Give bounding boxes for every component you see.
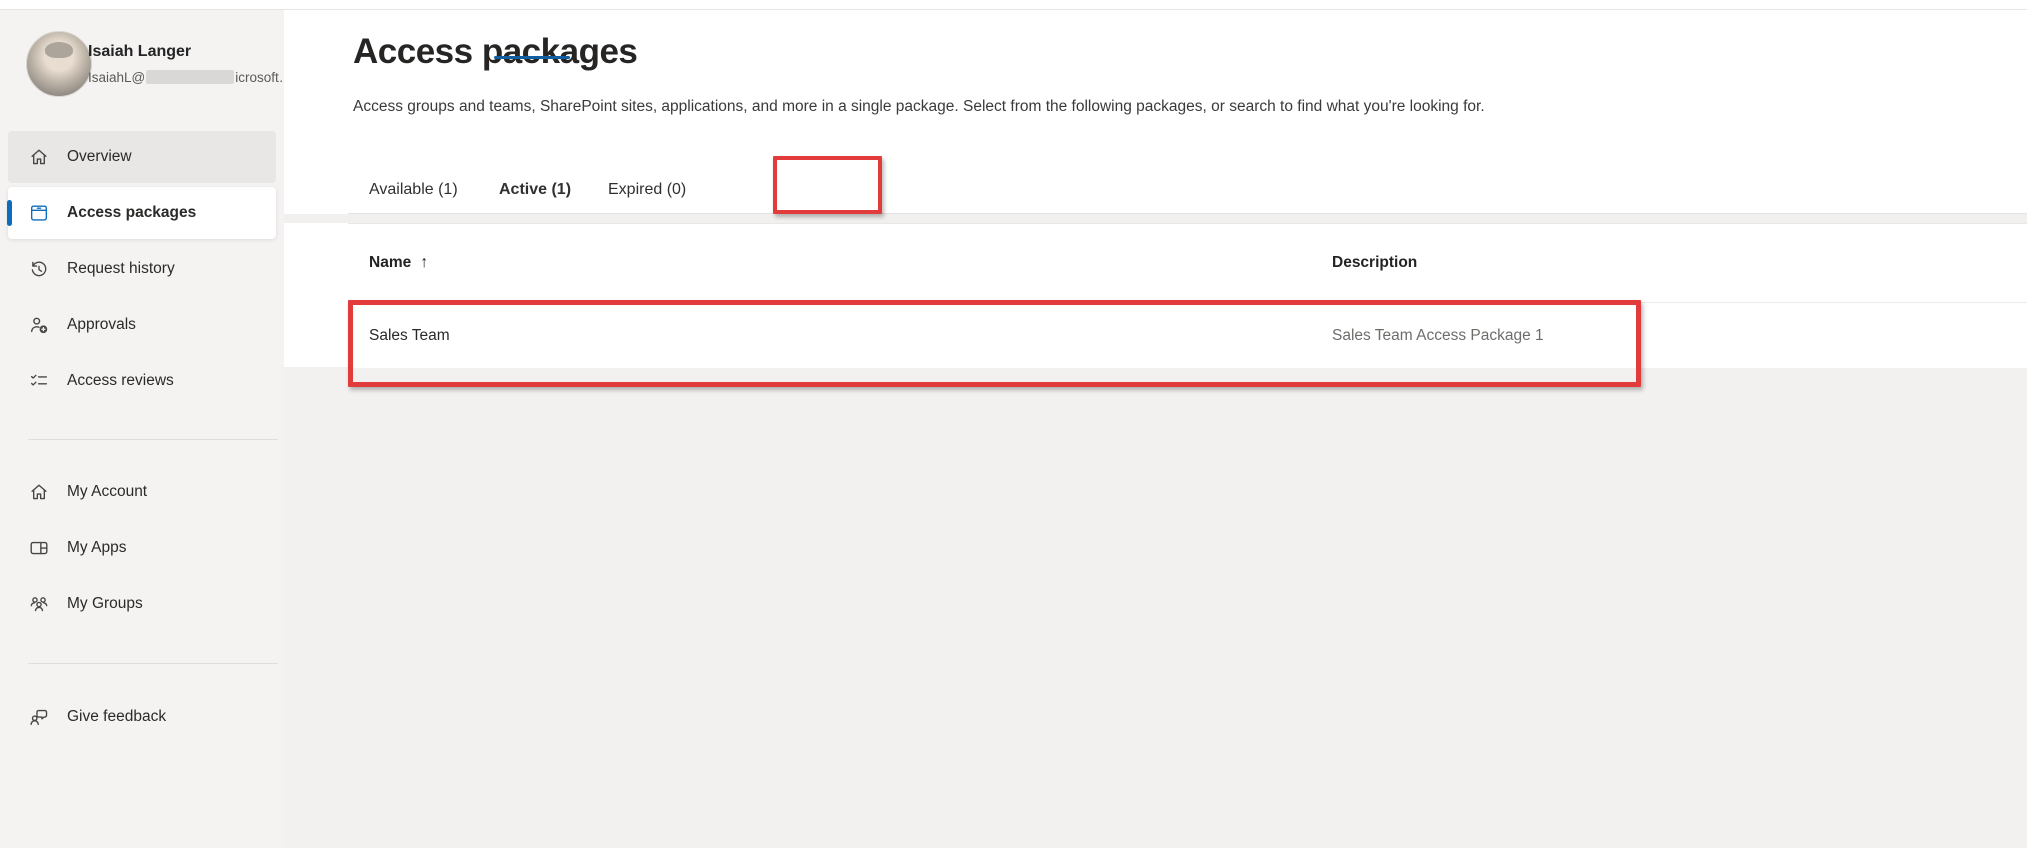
sidebar-item-label: Overview (67, 148, 132, 166)
sidebar-item-label: Request history (67, 260, 175, 278)
person-approvals-icon (28, 314, 50, 336)
content-background (284, 367, 2027, 848)
sidebar-primary-nav: Overview Access packages Request history… (8, 131, 276, 411)
email-redaction-blur (146, 70, 234, 84)
sidebar-item-label: Approvals (67, 316, 136, 334)
sidebar-item-request-history[interactable]: Request history (8, 243, 276, 295)
home-icon (28, 481, 50, 503)
annotation-box-table-row (348, 300, 1641, 387)
history-icon (28, 258, 50, 280)
main-content: Access packages Access groups and teams,… (284, 10, 2027, 848)
sidebar-item-overview[interactable]: Overview (8, 131, 276, 183)
sidebar-item-my-apps[interactable]: My Apps (8, 522, 276, 574)
tab-list: Available (1) Active (1) Expired (0) (284, 165, 2027, 214)
feedback-icon (28, 706, 50, 728)
sidebar-item-label: Give feedback (67, 708, 166, 726)
column-header-name[interactable]: Name ↑ (369, 224, 428, 302)
apps-icon (28, 537, 50, 559)
sidebar-item-access-reviews[interactable]: Access reviews (8, 355, 276, 407)
user-profile: Isaiah Langer IsaiahL@icrosoft… (0, 10, 284, 120)
column-header-label: Description (1332, 254, 1417, 272)
people-icon (28, 593, 50, 615)
checklist-icon (28, 370, 50, 392)
section-gap (284, 214, 2027, 223)
annotation-box-active-tab (773, 156, 882, 214)
sidebar-divider (28, 439, 278, 440)
column-header-label: Name (369, 254, 411, 272)
user-name: Isaiah Langer (88, 43, 191, 61)
sidebar-item-label: My Groups (67, 595, 143, 613)
sort-ascending-icon: ↑ (420, 254, 428, 272)
sidebar-item-label: My Account (67, 483, 147, 501)
access-package-icon (28, 202, 50, 224)
tab-expired[interactable]: Expired (0) (608, 165, 686, 214)
sidebar-item-approvals[interactable]: Approvals (8, 299, 276, 351)
user-email: IsaiahL@icrosoft… (88, 70, 292, 85)
sidebar-footer-nav: Give feedback (8, 691, 276, 747)
user-email-prefix: IsaiahL@ (88, 70, 145, 85)
sidebar-item-label: My Apps (67, 539, 126, 557)
table-header-row: Name ↑ Description (348, 224, 2027, 303)
tab-active[interactable]: Active (1) (499, 165, 571, 214)
sidebar-item-label: Access packages (67, 204, 196, 222)
active-tab-underline (494, 56, 570, 59)
my-access-portal: Isaiah Langer IsaiahL@icrosoft… Overview… (0, 0, 2027, 848)
sidebar: Isaiah Langer IsaiahL@icrosoft… Overview… (0, 10, 284, 848)
sidebar-item-my-account[interactable]: My Account (8, 466, 276, 518)
column-header-description[interactable]: Description (1332, 224, 1417, 302)
sidebar-item-give-feedback[interactable]: Give feedback (8, 691, 276, 743)
sidebar-item-label: Access reviews (67, 372, 174, 390)
page-title: Access packages (353, 32, 637, 72)
avatar (26, 31, 92, 97)
sidebar-account-nav: My Account My Apps My Groups (8, 466, 276, 634)
page-subtitle: Access groups and teams, SharePoint site… (353, 98, 1753, 116)
sidebar-divider (28, 663, 278, 664)
home-icon (28, 146, 50, 168)
sidebar-item-access-packages[interactable]: Access packages (8, 187, 276, 239)
tab-available[interactable]: Available (1) (369, 165, 458, 214)
sidebar-item-my-groups[interactable]: My Groups (8, 578, 276, 630)
